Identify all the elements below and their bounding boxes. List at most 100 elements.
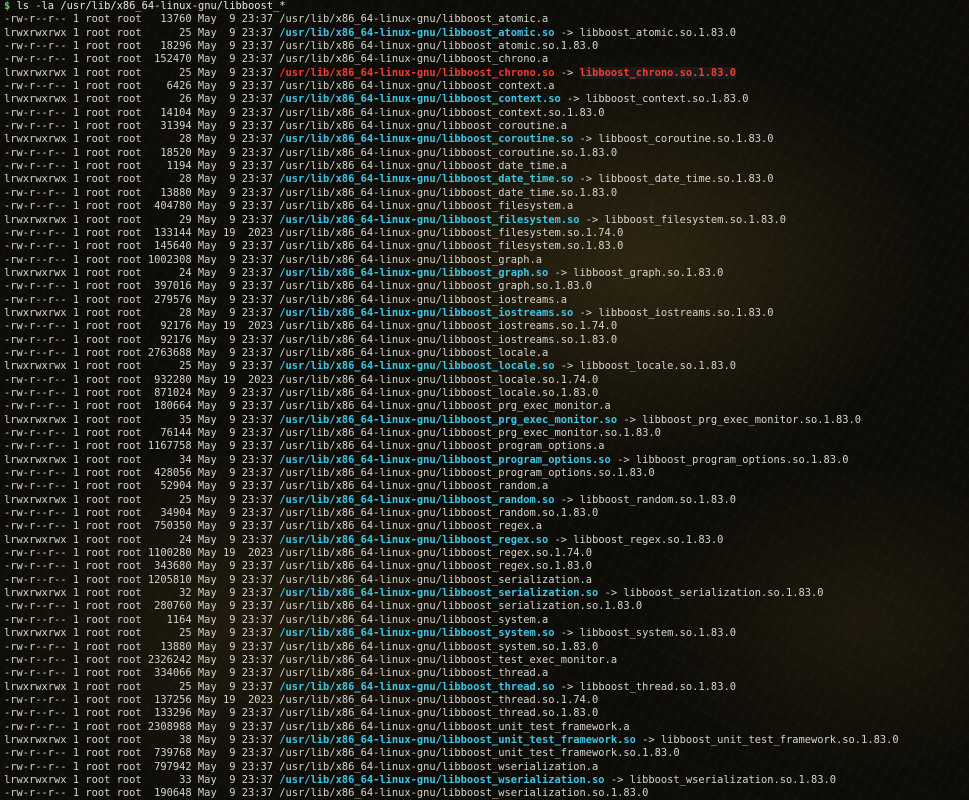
file-entry: lrwxrwxrwx 1 root root 24 May 9 23:37 /u… (4, 267, 966, 280)
file-path: /usr/lib/x86_64-linux-gnu/libboost_atomi… (279, 13, 549, 26)
file-entry: lrwxrwxrwx 1 root root 28 May 9 23:37 /u… (4, 173, 966, 186)
file-meta: -rw-r--r-- 1 root root 2308988 May 9 23:… (4, 720, 280, 733)
file-meta: -rw-r--r-- 1 root root 1002308 May 9 23:… (4, 253, 280, 266)
file-entry: -rw-r--r-- 1 root root 190648 May 9 23:3… (4, 787, 966, 800)
file-path: /usr/lib/x86_64-linux-gnu/libboost_threa… (279, 693, 599, 706)
file-path: /usr/lib/x86_64-linux-gnu/libboost_files… (279, 200, 574, 213)
symlink-arrow: -> (548, 533, 574, 546)
file-path: /usr/lib/x86_64-linux-gnu/libboost_chron… (279, 53, 549, 66)
file-entry: -rw-r--r-- 1 root root 871024 May 9 23:3… (4, 387, 966, 400)
symlink-arrow: -> (554, 360, 580, 373)
file-entry: -rw-r--r-- 1 root root 133296 May 9 23:3… (4, 707, 966, 720)
file-meta: -rw-r--r-- 1 root root 13880 May 9 23:37 (4, 186, 280, 199)
file-entry: lrwxrwxrwx 1 root root 33 May 9 23:37 /u… (4, 774, 966, 787)
symlink-path: /usr/lib/x86_64-linux-gnu/libboost_chron… (279, 66, 555, 79)
file-path: /usr/lib/x86_64-linux-gnu/libboost_files… (279, 226, 624, 239)
symlink-path: /usr/lib/x86_64-linux-gnu/libboost_threa… (279, 680, 555, 693)
file-entry: -rw-r--r-- 1 root root 797942 May 9 23:3… (4, 761, 966, 774)
file-meta: lrwxrwxrwx 1 root root 32 May 9 23:37 (4, 587, 280, 600)
file-meta: lrwxrwxrwx 1 root root 28 May 9 23:37 (4, 173, 280, 186)
file-entry: lrwxrwxrwx 1 root root 28 May 9 23:37 /u… (4, 307, 966, 320)
file-path: /usr/lib/x86_64-linux-gnu/libboost_syste… (279, 640, 599, 653)
file-path: /usr/lib/x86_64-linux-gnu/libboost_regex… (279, 547, 593, 560)
symlink-target: libboost_chrono.so.1.83.0 (579, 66, 736, 79)
file-path: /usr/lib/x86_64-linux-gnu/libboost_rando… (279, 507, 599, 520)
file-entry: -rw-r--r-- 1 root root 1205810 May 9 23:… (4, 574, 966, 587)
symlink-target: libboost_coroutine.so.1.83.0 (598, 133, 774, 146)
file-meta: -rw-r--r-- 1 root root 92176 May 19 2023 (4, 320, 280, 333)
terminal-output[interactable]: $ ls -la /usr/lib/x86_64-linux-gnu/libbo… (4, 0, 966, 800)
file-entry: lrwxrwxrwx 1 root root 35 May 9 23:37 /u… (4, 414, 966, 427)
file-entry: -rw-r--r-- 1 root root 13760 May 9 23:37… (4, 13, 966, 26)
file-entry: -rw-r--r-- 1 root root 343680 May 9 23:3… (4, 560, 966, 573)
symlink-path: /usr/lib/x86_64-linux-gnu/libboost_corou… (279, 133, 574, 146)
file-entry: -rw-r--r-- 1 root root 31394 May 9 23:37… (4, 120, 966, 133)
symlink-arrow: -> (548, 266, 574, 279)
file-path: /usr/lib/x86_64-linux-gnu/libboost_syste… (279, 613, 549, 626)
file-path: /usr/lib/x86_64-linux-gnu/libboost_unit_… (279, 720, 630, 733)
file-entry: -rw-r--r-- 1 root root 18520 May 9 23:37… (4, 147, 966, 160)
symlink-arrow: -> (598, 587, 624, 600)
file-entry: lrwxrwxrwx 1 root root 25 May 9 23:37 /u… (4, 494, 966, 507)
file-meta: lrwxrwxrwx 1 root root 28 May 9 23:37 (4, 133, 280, 146)
file-entry: -rw-r--r-- 1 root root 6426 May 9 23:37 … (4, 80, 966, 93)
file-meta: -rw-r--r-- 1 root root 180664 May 9 23:3… (4, 400, 280, 413)
file-path: /usr/lib/x86_64-linux-gnu/libboost_atomi… (279, 40, 599, 53)
file-meta: lrwxrwxrwx 1 root root 38 May 9 23:37 (4, 733, 280, 746)
file-meta: -rw-r--r-- 1 root root 133296 May 9 23:3… (4, 707, 280, 720)
file-meta: -rw-r--r-- 1 root root 1205810 May 9 23:… (4, 573, 280, 586)
file-entry: -rw-r--r-- 1 root root 397016 May 9 23:3… (4, 280, 966, 293)
file-entry: -rw-r--r-- 1 root root 92176 May 9 23:37… (4, 334, 966, 347)
file-entry: lrwxrwxrwx 1 root root 29 May 9 23:37 /u… (4, 214, 966, 227)
symlink-arrow: -> (554, 680, 580, 693)
file-path: /usr/lib/x86_64-linux-gnu/libboost_threa… (279, 667, 549, 680)
symlink-path: /usr/lib/x86_64-linux-gnu/libboost_iostr… (279, 306, 574, 319)
file-entry: lrwxrwxrwx 1 root root 25 May 9 23:37 /u… (4, 66, 966, 80)
symlink-target: libboost_locale.so.1.83.0 (579, 360, 736, 373)
file-entry: -rw-r--r-- 1 root root 2763688 May 9 23:… (4, 347, 966, 360)
file-entry: -rw-r--r-- 1 root root 34904 May 9 23:37… (4, 507, 966, 520)
symlink-path: /usr/lib/x86_64-linux-gnu/libboost_conte… (279, 93, 561, 106)
symlink-arrow: -> (635, 733, 661, 746)
file-path: /usr/lib/x86_64-linux-gnu/libboost_local… (279, 346, 549, 359)
file-path: /usr/lib/x86_64-linux-gnu/libboost_wseri… (279, 760, 599, 773)
symlink-arrow: -> (617, 413, 643, 426)
file-entry: -rw-r--r-- 1 root root 1002308 May 9 23:… (4, 254, 966, 267)
prompt-symbol: $ (4, 0, 11, 12)
file-entry: -rw-r--r-- 1 root root 1100280 May 19 20… (4, 547, 966, 560)
symlink-path: /usr/lib/x86_64-linux-gnu/libboost_prg_e… (279, 413, 618, 426)
file-meta: lrwxrwxrwx 1 root root 34 May 9 23:37 (4, 453, 280, 466)
file-path: /usr/lib/x86_64-linux-gnu/libboost_rando… (279, 480, 549, 493)
symlink-path: /usr/lib/x86_64-linux-gnu/libboost_atomi… (279, 26, 555, 39)
file-entry: lrwxrwxrwx 1 root root 26 May 9 23:37 /u… (4, 93, 966, 106)
command-text: ls -la /usr/lib/x86_64-linux-gnu/libboos… (16, 0, 286, 12)
file-path: /usr/lib/x86_64-linux-gnu/libboost_progr… (279, 440, 605, 453)
file-meta: -rw-r--r-- 1 root root 279576 May 9 23:3… (4, 293, 280, 306)
file-meta: lrwxrwxrwx 1 root root 25 May 9 23:37 (4, 66, 280, 79)
file-path: /usr/lib/x86_64-linux-gnu/libboost_seria… (279, 600, 643, 613)
symlink-path: /usr/lib/x86_64-linux-gnu/libboost_unit_… (279, 733, 636, 746)
file-meta: -rw-r--r-- 1 root root 343680 May 9 23:3… (4, 560, 280, 573)
file-path: /usr/lib/x86_64-linux-gnu/libboost_threa… (279, 707, 599, 720)
file-meta: -rw-r--r-- 1 root root 1164 May 9 23:37 (4, 613, 280, 626)
file-path: /usr/lib/x86_64-linux-gnu/libboost_iostr… (279, 293, 568, 306)
file-meta: -rw-r--r-- 1 root root 1167758 May 9 23:… (4, 440, 280, 453)
file-entry: lrwxrwxrwx 1 root root 38 May 9 23:37 /u… (4, 734, 966, 747)
file-meta: lrwxrwxrwx 1 root root 24 May 9 23:37 (4, 533, 280, 546)
symlink-target: libboost_graph.so.1.83.0 (573, 266, 724, 279)
file-meta: lrwxrwxrwx 1 root root 28 May 9 23:37 (4, 306, 280, 319)
file-path: /usr/lib/x86_64-linux-gnu/libboost_corou… (279, 120, 568, 133)
file-path: /usr/lib/x86_64-linux-gnu/libboost_date_… (279, 186, 618, 199)
file-meta: -rw-r--r-- 1 root root 14104 May 9 23:37 (4, 106, 280, 119)
file-entry: -rw-r--r-- 1 root root 13880 May 9 23:37… (4, 641, 966, 654)
file-meta: -rw-r--r-- 1 root root 34904 May 9 23:37 (4, 507, 280, 520)
file-meta: lrwxrwxrwx 1 root root 26 May 9 23:37 (4, 93, 280, 106)
file-meta: -rw-r--r-- 1 root root 52904 May 9 23:37 (4, 480, 280, 493)
file-path: /usr/lib/x86_64-linux-gnu/libboost_seria… (279, 573, 593, 586)
file-path: /usr/lib/x86_64-linux-gnu/libboost_regex… (279, 520, 543, 533)
file-entry: -rw-r--r-- 1 root root 76144 May 9 23:37… (4, 427, 966, 440)
symlink-arrow: -> (554, 66, 580, 79)
file-entry: -rw-r--r-- 1 root root 14104 May 9 23:37… (4, 107, 966, 120)
file-entry: -rw-r--r-- 1 root root 52904 May 9 23:37… (4, 480, 966, 493)
symlink-target: libboost_atomic.so.1.83.0 (579, 26, 736, 39)
